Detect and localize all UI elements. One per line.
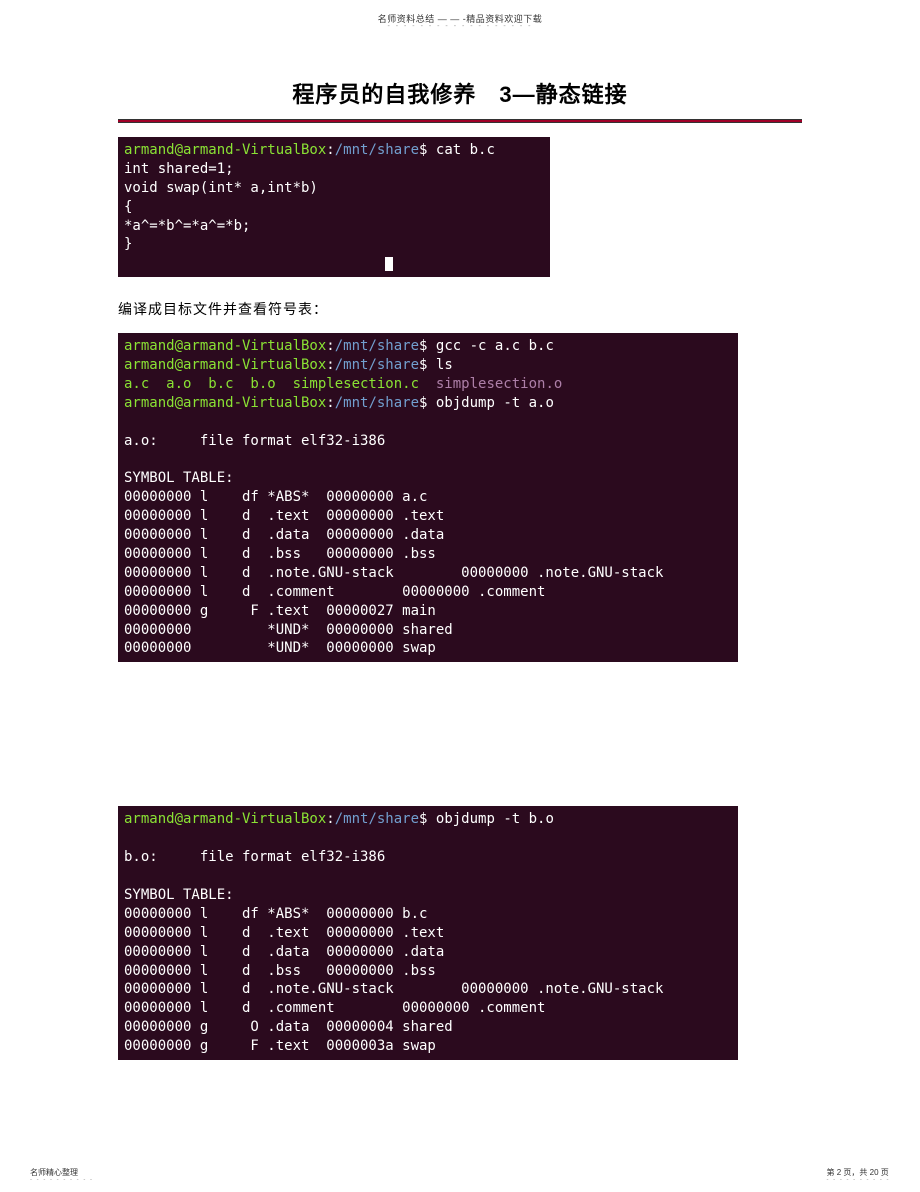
footer-right: 第 2 页，共 20 页 - - - - - - - - - - xyxy=(827,1167,890,1182)
prompt-user: armand@armand-VirtualBox xyxy=(124,338,326,354)
code-line: int shared=1; xyxy=(124,161,234,177)
output-line: 00000000 g F .text 00000027 main xyxy=(124,603,436,619)
terminal-block-2: armand@armand-VirtualBox:/mnt/share$ gcc… xyxy=(118,333,738,662)
footer-left: 名师精心整理 - - - - - - - - - - xyxy=(30,1167,93,1182)
output-line: 00000000 l d .comment 00000000 .comment xyxy=(124,584,545,600)
content-area: armand@armand-VirtualBox:/mnt/share$ cat… xyxy=(0,123,920,1060)
output-line: 00000000 l d .comment 00000000 .comment xyxy=(124,1000,545,1016)
cmd-text: objdump -t b.o xyxy=(427,811,553,827)
output-line: 00000000 g O .data 00000004 shared xyxy=(124,1019,453,1035)
terminal-block-3: armand@armand-VirtualBox:/mnt/share$ obj… xyxy=(118,806,738,1060)
terminal-block-1: armand@armand-VirtualBox:/mnt/share$ cat… xyxy=(118,137,550,277)
output-line: SYMBOL TABLE: xyxy=(124,887,234,903)
prompt-user: armand@armand-VirtualBox xyxy=(124,395,326,411)
code-line: { xyxy=(124,199,132,215)
footer-left-text: 名师精心整理 xyxy=(30,1168,78,1177)
prompt-path: /mnt/share xyxy=(335,142,419,158)
code-line: *a^=*b^=*a^=*b; xyxy=(124,218,250,234)
output-line: 00000000 l d .data 00000000 .data xyxy=(124,944,444,960)
header-dots: - - - - - - - - - - - - - - - - - - xyxy=(0,25,920,29)
output-line: 00000000 *UND* 00000000 swap xyxy=(124,640,436,656)
footer-dots: - - - - - - - - - - xyxy=(30,1178,93,1182)
code-line: } xyxy=(124,236,132,252)
output-line: 00000000 l df *ABS* 00000000 b.c xyxy=(124,906,427,922)
output-line: 00000000 l d .text 00000000 .text xyxy=(124,508,444,524)
footer-dots: - - - - - - - - - - xyxy=(827,1178,890,1182)
output-line: 00000000 l df *ABS* 00000000 a.c xyxy=(124,489,427,505)
prompt-path: /mnt/share xyxy=(335,811,419,827)
header-note: 名师资料总结 — — -精品资料欢迎下载 xyxy=(0,0,920,25)
output-line: 00000000 l d .note.GNU-stack 00000000 .n… xyxy=(124,981,663,997)
cmd-text: objdump -t a.o xyxy=(427,395,553,411)
footer: 名师精心整理 - - - - - - - - - - 第 2 页，共 20 页 … xyxy=(0,1167,920,1182)
prompt-sep: : xyxy=(326,395,334,411)
prompt-path: /mnt/share xyxy=(335,338,419,354)
cursor-icon xyxy=(385,257,393,271)
page-title: 程序员的自我修养 3—静态链接 xyxy=(0,77,920,109)
prompt-sep: : xyxy=(326,142,334,158)
prompt-sep: : xyxy=(326,338,334,354)
file-list-pink: simplesection.o xyxy=(419,376,562,392)
cmd-text: cat b.c xyxy=(427,142,494,158)
spacing-gap xyxy=(118,662,802,806)
cmd-text: ls xyxy=(427,357,452,373)
file-list-green: a.c a.o b.c b.o simplesection.c xyxy=(124,376,419,392)
cmd-text: gcc -c a.c b.c xyxy=(427,338,553,354)
paragraph-1: 编译成目标文件并查看符号表： xyxy=(118,299,802,319)
output-line: b.o: file format elf32-i386 xyxy=(124,849,385,865)
footer-right-text: 第 2 页，共 20 页 xyxy=(827,1168,889,1177)
prompt-path: /mnt/share xyxy=(335,395,419,411)
prompt-user: armand@armand-VirtualBox xyxy=(124,357,326,373)
code-line: void swap(int* a,int*b) xyxy=(124,180,318,196)
output-line: 00000000 l d .bss 00000000 .bss xyxy=(124,963,436,979)
prompt-path: /mnt/share xyxy=(335,357,419,373)
output-line: SYMBOL TABLE: xyxy=(124,470,234,486)
output-line: 00000000 l d .text 00000000 .text xyxy=(124,925,444,941)
output-line: 00000000 g F .text 0000003a swap xyxy=(124,1038,436,1054)
output-line: 00000000 l d .data 00000000 .data xyxy=(124,527,444,543)
prompt-sep: : xyxy=(326,357,334,373)
output-line: a.o: file format elf32-i386 xyxy=(124,433,385,449)
prompt-user: armand@armand-VirtualBox xyxy=(124,142,326,158)
output-line: 00000000 l d .note.GNU-stack 00000000 .n… xyxy=(124,565,663,581)
output-line: 00000000 *UND* 00000000 shared xyxy=(124,622,453,638)
prompt-sep: : xyxy=(326,811,334,827)
prompt-user: armand@armand-VirtualBox xyxy=(124,811,326,827)
output-line: 00000000 l d .bss 00000000 .bss xyxy=(124,546,436,562)
